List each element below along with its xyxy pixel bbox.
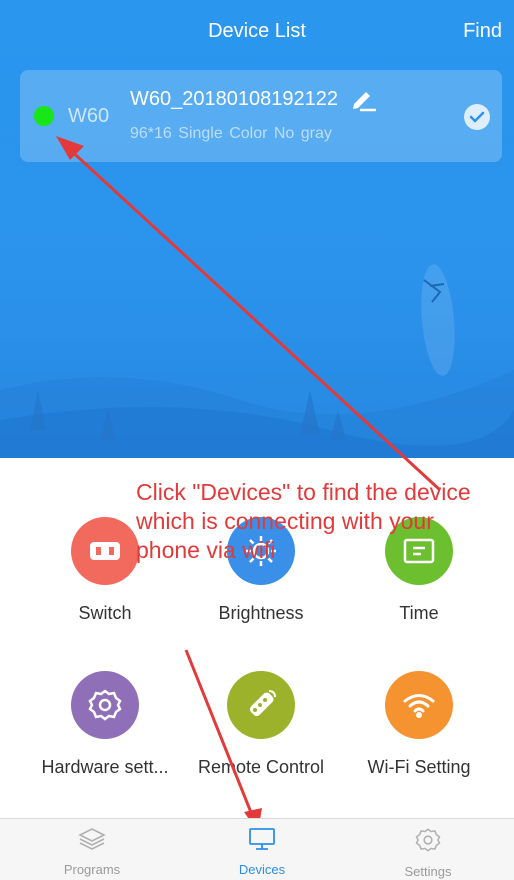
layers-icon (78, 828, 106, 850)
gear-icon (415, 828, 441, 852)
plug-icon (71, 517, 139, 585)
device-card[interactable]: W60 W60_20180108192122 96*16 Single Colo… (20, 70, 502, 162)
tab-settings[interactable]: Settings (368, 827, 488, 879)
tab-programs[interactable]: Programs (32, 827, 152, 877)
device-list-panel: Device List Find W60 W60_20180108192122 … (0, 0, 514, 458)
tab-label: Devices (238, 862, 286, 877)
remote-control-feature[interactable]: Remote Control (186, 671, 336, 778)
wifi-setting-feature[interactable]: Wi-Fi Setting (344, 671, 494, 778)
tab-label: Programs (63, 862, 121, 877)
online-status-dot (34, 106, 54, 126)
selected-check-icon (464, 104, 490, 130)
device-spec: 96*16 Single Color No gray (130, 125, 332, 142)
feature-label: Remote Control (197, 757, 325, 777)
device-name: W60_20180108192122 (130, 88, 338, 110)
feature-label: Hardware sett... (41, 757, 169, 777)
edit-pencil-icon[interactable] (350, 86, 378, 112)
landscape-illustration (0, 264, 514, 458)
find-button[interactable]: Find (463, 20, 502, 43)
page-title: Device List (208, 20, 306, 42)
remote-icon (227, 671, 295, 739)
instruction-callout: Click "Devices" to find the device which… (136, 479, 471, 563)
feature-label: Switch (78, 603, 132, 623)
feature-label: Time (399, 603, 439, 623)
tab-label: Settings (404, 864, 452, 879)
gear-icon (71, 671, 139, 739)
feature-label: Brightness (218, 603, 304, 623)
hardware-settings-feature[interactable]: Hardware sett... (30, 671, 180, 778)
bottom-tab-bar: Programs Devices Settings (0, 818, 514, 880)
wifi-icon (385, 671, 453, 739)
monitor-icon (249, 828, 275, 850)
tab-devices[interactable]: Devices (202, 827, 322, 877)
feature-label: Wi-Fi Setting (367, 757, 471, 777)
device-model: W60 (68, 105, 110, 127)
